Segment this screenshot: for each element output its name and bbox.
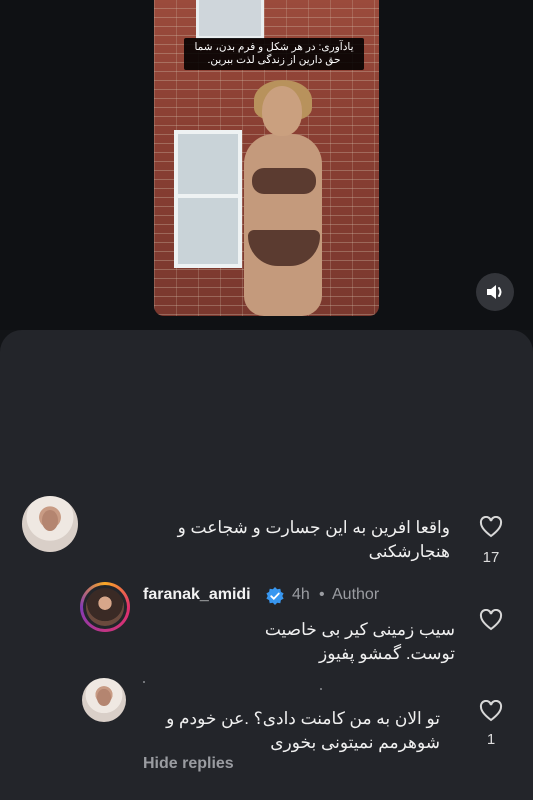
- comment-time: 4h: [292, 586, 310, 603]
- like-count: 17: [482, 549, 500, 566]
- window-image: [196, 0, 264, 39]
- author-label: Author: [332, 586, 380, 603]
- heart-icon[interactable]: [479, 700, 503, 722]
- comment-text: واقعا افرین به این جسارت و شجاعت و هنجار…: [177, 518, 450, 561]
- video-area: یادآوری: در هر شکل و فرم بدن، شما حق دار…: [0, 0, 533, 330]
- meta-separator: •: [319, 586, 325, 603]
- mute-button[interactable]: [476, 273, 514, 311]
- speaker-icon: [487, 285, 502, 299]
- like-count: 1: [486, 731, 496, 748]
- avatar[interactable]: [22, 496, 78, 552]
- video-caption: یادآوری: در هر شکل و فرم بدن، شما حق دار…: [184, 38, 364, 70]
- avatar[interactable]: [80, 582, 130, 632]
- hide-replies-button[interactable]: Hide replies: [143, 755, 234, 773]
- heart-icon[interactable]: [479, 609, 503, 631]
- verified-badge-icon: [266, 587, 284, 605]
- comments-sheet: واقعا افرین به این جسارت و شجاعت و هنجار…: [0, 330, 533, 800]
- avatar[interactable]: [82, 678, 126, 722]
- video-frame[interactable]: یادآوری: در هر شکل و فرم بدن، شما حق دار…: [154, 0, 379, 316]
- heart-icon[interactable]: [479, 516, 503, 538]
- username[interactable]: faranak_amidi: [143, 586, 251, 604]
- comment-text: تو الان به من کامنت دادی؟ .عن خودم و شوه…: [166, 709, 440, 752]
- comment-text: سیب زمینی کیر بی خاصیت توست. گمشو پفیوز: [264, 620, 455, 663]
- person-image: [224, 80, 344, 316]
